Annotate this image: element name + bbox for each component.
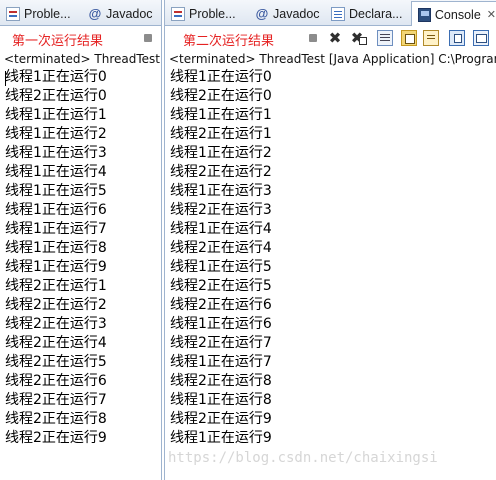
- console-line: 线程1正在运行7: [170, 354, 272, 370]
- declaration-icon: [331, 7, 345, 21]
- tab-label: Proble...: [24, 7, 71, 21]
- console-line: 线程2正在运行4: [170, 240, 272, 256]
- run-caption: 第二次运行结果: [183, 34, 275, 49]
- console-line: 线程1正在运行4: [170, 221, 272, 237]
- tab-problems[interactable]: Proble...: [165, 2, 236, 26]
- console-line: 线程1正在运行6: [170, 316, 272, 332]
- console-toolbar: 第二次运行结果 ✖ ✖: [165, 26, 496, 50]
- tab-label: Javadoc: [273, 7, 320, 21]
- right-tab-bar: Proble... @ Javadoc Declara... Console ✕: [165, 0, 496, 27]
- console-line: 线程1正在运行5: [170, 259, 272, 275]
- console-line: 线程1正在运行4: [5, 164, 107, 180]
- tab-declaration[interactable]: Declara...: [325, 2, 403, 26]
- console-line: 线程2正在运行8: [170, 373, 272, 389]
- left-toolbar: 第一次运行结果: [0, 26, 161, 50]
- show-stdout-icon[interactable]: [423, 30, 439, 46]
- console-line: 线程1正在运行0: [170, 69, 272, 85]
- right-console-view: Proble... @ Javadoc Declara... Console ✕…: [164, 0, 496, 480]
- scroll-lock-icon[interactable]: [401, 30, 417, 46]
- javadoc-icon: @: [255, 6, 269, 21]
- console-line: 线程1正在运行9: [5, 259, 107, 275]
- tab-label: Proble...: [189, 7, 236, 21]
- console-line: 线程1正在运行6: [5, 202, 107, 218]
- console-line: 线程2正在运行6: [5, 373, 107, 389]
- console-status: <terminated> ThreadTest [Java Applicatio…: [169, 52, 496, 66]
- console-line: 线程1正在运行0: [5, 69, 107, 85]
- problems-icon: [6, 7, 20, 21]
- console-line: 线程1正在运行1: [170, 107, 272, 123]
- console-line: 线程2正在运行5: [170, 278, 272, 294]
- javadoc-icon: @: [88, 6, 102, 21]
- console-line: 线程1正在运行8: [170, 392, 272, 408]
- display-console-icon[interactable]: [473, 30, 489, 46]
- console-line: 线程1正在运行3: [170, 183, 272, 199]
- console-line: 线程1正在运行2: [5, 126, 107, 142]
- console-line: 线程2正在运行0: [5, 88, 107, 104]
- console-status: <terminated> ThreadTest [Java Applicatio…: [4, 52, 161, 66]
- remove-all-terminated-icon[interactable]: ✖: [349, 30, 367, 46]
- console-icon: [418, 7, 431, 22]
- terminate-button[interactable]: [305, 30, 321, 46]
- left-tab-bar: Proble... @ Javadoc: [0, 0, 161, 26]
- console-line: 线程2正在运行6: [170, 297, 272, 313]
- console-line: 线程1正在运行8: [5, 240, 107, 256]
- console-line: 线程1正在运行2: [170, 145, 272, 161]
- remove-launch-icon[interactable]: ✖: [327, 30, 343, 46]
- console-line: 线程1正在运行5: [5, 183, 107, 199]
- console-line: 线程2正在运行0: [170, 88, 272, 104]
- console-line: 线程1正在运行9: [170, 430, 272, 446]
- left-console-view: Proble... @ Javadoc 第一次运行结果 <terminated>…: [0, 0, 162, 480]
- clear-console-icon[interactable]: [377, 30, 393, 46]
- console-line: 线程2正在运行5: [5, 354, 107, 370]
- console-line: 线程2正在运行4: [5, 335, 107, 351]
- console-line: 线程2正在运行9: [170, 411, 272, 427]
- tab-label: Declara...: [349, 7, 403, 21]
- console-output[interactable]: 线程1正在运行0 线程2正在运行0 线程1正在运行1 线程2正在运行1 线程1正在运行2…: [165, 68, 496, 480]
- console-line: 线程1正在运行1: [5, 107, 107, 123]
- terminate-button[interactable]: [140, 30, 156, 46]
- problems-icon: [171, 7, 185, 21]
- console-line: 线程2正在运行8: [5, 411, 107, 427]
- tab-label: Javadoc: [106, 7, 153, 21]
- console-line: 线程2正在运行9: [5, 430, 107, 446]
- console-line: 线程2正在运行3: [170, 202, 272, 218]
- close-icon[interactable]: ✕: [487, 8, 496, 21]
- console-line: 线程2正在运行2: [5, 297, 107, 313]
- run-caption: 第一次运行结果: [12, 34, 104, 49]
- console-output[interactable]: 线程1正在运行0 线程2正在运行0 线程1正在运行1 线程1正在运行2 线程1正在运行3…: [0, 68, 161, 480]
- tab-problems-left[interactable]: Proble...: [0, 2, 71, 26]
- console-line: 线程1正在运行7: [5, 221, 107, 237]
- tab-label: Console: [434, 7, 481, 22]
- console-line: 线程2正在运行1: [5, 278, 107, 294]
- console-line: 线程1正在运行3: [5, 145, 107, 161]
- tab-javadoc[interactable]: @ Javadoc: [249, 2, 320, 26]
- tab-console[interactable]: Console ✕: [411, 1, 496, 27]
- watermark: https://blog.csdn.net/chaixingsi: [168, 450, 438, 466]
- pin-console-icon[interactable]: [449, 30, 465, 46]
- console-line: 线程2正在运行7: [5, 392, 107, 408]
- text-cursor: [5, 71, 6, 86]
- console-line: 线程2正在运行1: [170, 126, 272, 142]
- tab-javadoc-left[interactable]: @ Javadoc: [82, 2, 153, 26]
- console-line: 线程2正在运行7: [170, 335, 272, 351]
- console-line: 线程2正在运行2: [170, 164, 272, 180]
- console-line: 线程2正在运行3: [5, 316, 107, 332]
